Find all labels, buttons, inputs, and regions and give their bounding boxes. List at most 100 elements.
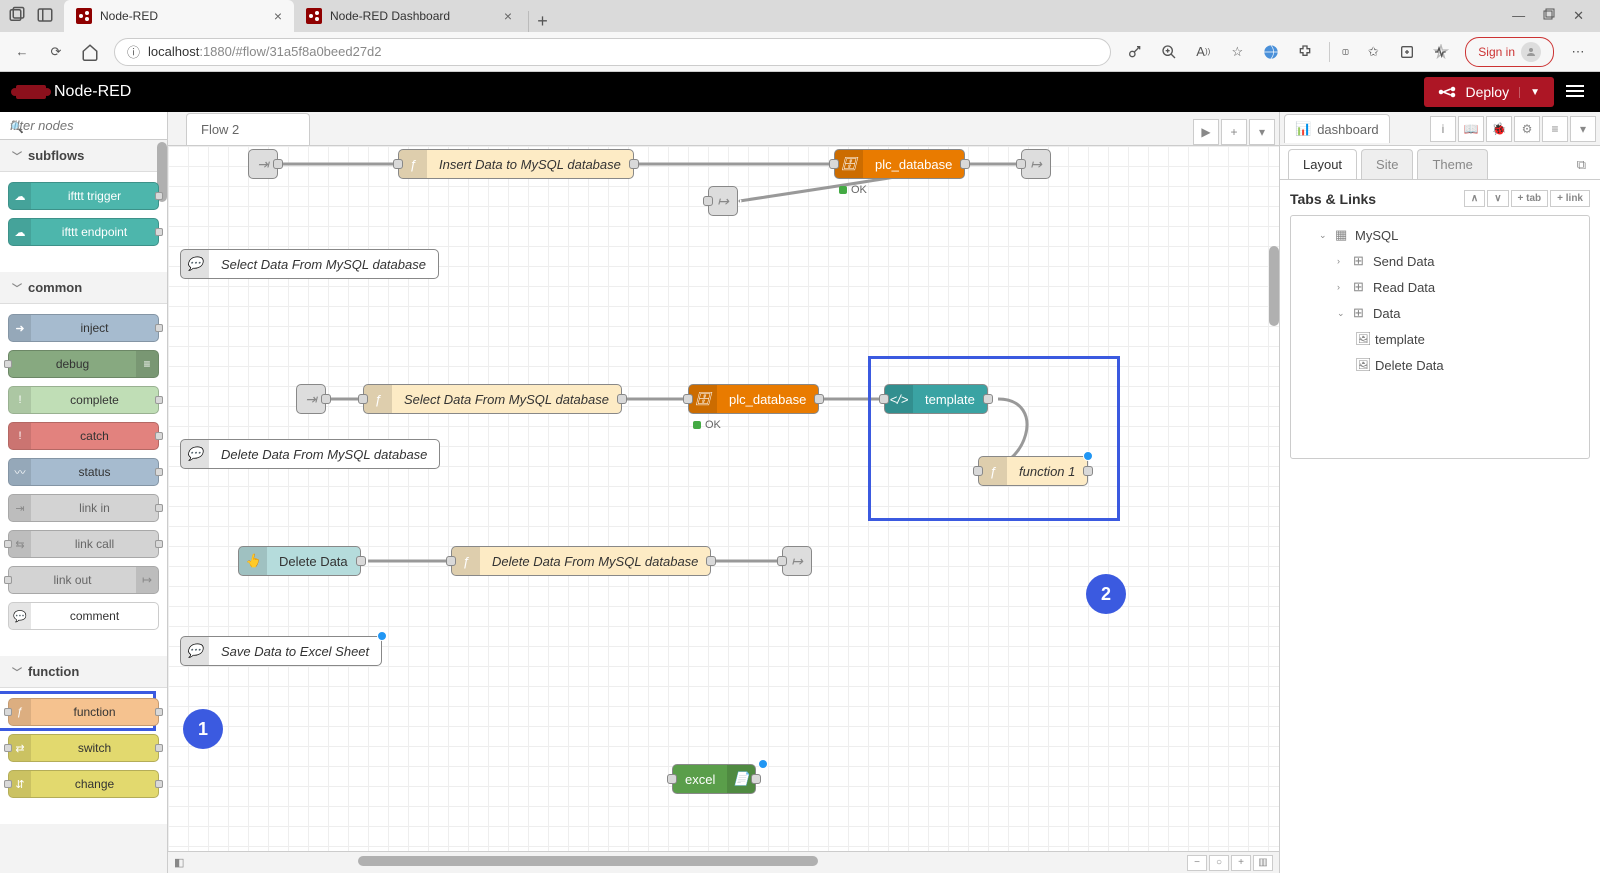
sidebar-more-icon[interactable]: ▾: [1570, 116, 1596, 142]
close-window-icon[interactable]: ✕: [1573, 8, 1584, 24]
node-plc-database-2[interactable]: 🗄plc_database OK: [688, 384, 819, 414]
canvas-scrollbar-vertical[interactable]: [1269, 246, 1279, 326]
node-delete-data-button[interactable]: 👆Delete Data: [238, 546, 361, 576]
favorites-bar-icon[interactable]: ✩: [1363, 42, 1383, 62]
split-screen-icon[interactable]: [1329, 42, 1349, 62]
subtab-site[interactable]: Site: [1361, 149, 1413, 179]
deploy-dropdown-icon[interactable]: ▼: [1519, 87, 1540, 98]
palette-node-ifttt-endpoint[interactable]: ☁ifttt endpoint: [8, 218, 159, 246]
category-function[interactable]: ﹀function: [0, 656, 167, 688]
canvas-scrollbar-horizontal[interactable]: [358, 856, 818, 866]
collections-icon[interactable]: [1397, 42, 1417, 62]
zoom-icon[interactable]: [1159, 42, 1179, 62]
sidebar-tab-dashboard[interactable]: 📊 dashboard: [1284, 114, 1390, 143]
close-icon[interactable]: ×: [274, 8, 282, 24]
performance-icon[interactable]: [1431, 42, 1451, 62]
favorite-icon[interactable]: ☆: [1227, 42, 1247, 62]
list-flows-icon[interactable]: ▶: [1193, 119, 1219, 145]
nav-toggle-icon[interactable]: ◧: [174, 856, 184, 869]
read-aloud-icon[interactable]: A)): [1193, 42, 1213, 62]
open-dashboard-icon[interactable]: ⧉: [1571, 151, 1592, 179]
tree-group-send[interactable]: ›⊞Send Data: [1291, 248, 1589, 274]
changed-indicator: [758, 759, 768, 769]
node-delete-func[interactable]: ƒDelete Data From MySQL database: [451, 546, 711, 576]
signin-button[interactable]: Sign in: [1465, 37, 1554, 67]
deploy-button[interactable]: Deploy ▼: [1424, 77, 1555, 107]
palette-node-function[interactable]: ƒfunction: [8, 698, 159, 726]
more-icon[interactable]: ⋯: [1568, 42, 1588, 62]
collapse-icon[interactable]: ∨: [1487, 190, 1508, 207]
tree-widget-template[interactable]: 🖼template: [1291, 326, 1589, 352]
refresh-icon[interactable]: ⟳: [46, 42, 66, 62]
palette-node-inject[interactable]: ➜inject: [8, 314, 159, 342]
add-tab-button[interactable]: + tab: [1511, 190, 1549, 207]
category-common[interactable]: ﹀common: [0, 272, 167, 304]
zoom-reset-icon[interactable]: ○: [1209, 855, 1229, 871]
palette-node-catch[interactable]: !catch: [8, 422, 159, 450]
home-icon[interactable]: [80, 42, 100, 62]
map-toggle-icon[interactable]: ▥: [1253, 855, 1273, 871]
node-link-in-2[interactable]: ⇥: [296, 384, 326, 414]
node-select-func[interactable]: ƒSelect Data From MySQL database: [363, 384, 622, 414]
node-link-in[interactable]: ⇥: [248, 149, 278, 179]
category-subflows[interactable]: ﹀subflows: [0, 140, 167, 172]
url-input[interactable]: ⓘ localhost:1880/#flow/31a5f8a0beed27d2: [114, 38, 1111, 66]
browser-tab-dashboard[interactable]: Node-RED Dashboard ×: [294, 0, 524, 32]
filter-input[interactable]: [8, 118, 159, 133]
subtab-layout[interactable]: Layout: [1288, 149, 1357, 179]
palette-node-link-out[interactable]: link out↦: [8, 566, 159, 594]
node-status: OK: [693, 419, 721, 431]
zoom-out-icon[interactable]: −: [1187, 855, 1207, 871]
palette-node-comment[interactable]: 💬comment: [8, 602, 159, 630]
node-comment-select[interactable]: 💬Select Data From MySQL database: [180, 249, 439, 279]
palette-node-change[interactable]: ⇵change: [8, 770, 159, 798]
browser-tab-nodered[interactable]: Node-RED ×: [64, 0, 294, 32]
flow-tab[interactable]: Flow 2: [186, 113, 310, 145]
sidebar-config-icon[interactable]: ⚙: [1514, 116, 1540, 142]
node-excel[interactable]: excel📄: [672, 764, 756, 794]
minimize-icon[interactable]: —: [1512, 8, 1525, 24]
subtab-theme[interactable]: Theme: [1417, 149, 1487, 179]
palette-filter[interactable]: 🔍: [0, 112, 167, 140]
node-insert-data[interactable]: ƒInsert Data to MySQL database: [398, 149, 634, 179]
palette-node-complete[interactable]: !complete: [8, 386, 159, 414]
node-plc-database-1[interactable]: 🗄plc_database OK: [834, 149, 965, 179]
sidebar-context-icon[interactable]: ≡: [1542, 116, 1568, 142]
node-link-out-2[interactable]: ↦: [708, 186, 738, 216]
key-icon[interactable]: [1125, 42, 1145, 62]
sidebar-debug-icon[interactable]: 🐞: [1486, 116, 1512, 142]
zoom-in-icon[interactable]: +: [1231, 855, 1251, 871]
add-link-button[interactable]: + link: [1550, 190, 1590, 207]
canvas[interactable]: ⇥ ƒInsert Data to MySQL database 🗄plc_da…: [168, 146, 1279, 851]
node-comment-delete[interactable]: 💬Delete Data From MySQL database: [180, 439, 440, 469]
palette-node-link-in[interactable]: ⇥link in: [8, 494, 159, 522]
canvas-footer: ◧ − ○ + ▥: [168, 851, 1279, 873]
tree-group-data[interactable]: ⌄⊞Data: [1291, 300, 1589, 326]
palette-node-switch[interactable]: ⇄switch: [8, 734, 159, 762]
tree-tab-mysql[interactable]: ⌄▦MySQL: [1291, 222, 1589, 248]
extension-globe-icon[interactable]: [1261, 42, 1281, 62]
sidebar-toggle-icon[interactable]: [36, 6, 56, 26]
flow-menu-icon[interactable]: ▾: [1249, 119, 1275, 145]
extensions-icon[interactable]: [1295, 42, 1315, 62]
palette-node-debug[interactable]: debug≡: [8, 350, 159, 378]
site-info-icon[interactable]: ⓘ: [127, 42, 140, 61]
tree-group-read[interactable]: ›⊞Read Data: [1291, 274, 1589, 300]
maximize-icon[interactable]: [1543, 8, 1555, 24]
palette-node-ifttt-trigger[interactable]: ☁ifttt trigger: [8, 182, 159, 210]
expand-icon[interactable]: ∧: [1464, 190, 1485, 207]
sidebar-help-icon[interactable]: 📖: [1458, 116, 1484, 142]
close-icon[interactable]: ×: [504, 8, 512, 24]
sidebar-info-icon[interactable]: i: [1430, 116, 1456, 142]
palette-node-link-call[interactable]: ⇆link call: [8, 530, 159, 558]
back-icon[interactable]: ←: [12, 42, 32, 62]
new-tab-button[interactable]: +: [528, 11, 556, 32]
menu-icon[interactable]: [1566, 84, 1584, 101]
add-flow-icon[interactable]: +: [1221, 119, 1247, 145]
node-link-out-3[interactable]: ↦: [782, 546, 812, 576]
node-comment-save-excel[interactable]: 💬Save Data to Excel Sheet: [180, 636, 382, 666]
palette-node-status[interactable]: 〰status: [8, 458, 159, 486]
annotation-badge-2: 2: [1086, 574, 1126, 614]
node-link-out[interactable]: ↦: [1021, 149, 1051, 179]
tree-widget-delete[interactable]: 🖼Delete Data: [1291, 352, 1589, 378]
